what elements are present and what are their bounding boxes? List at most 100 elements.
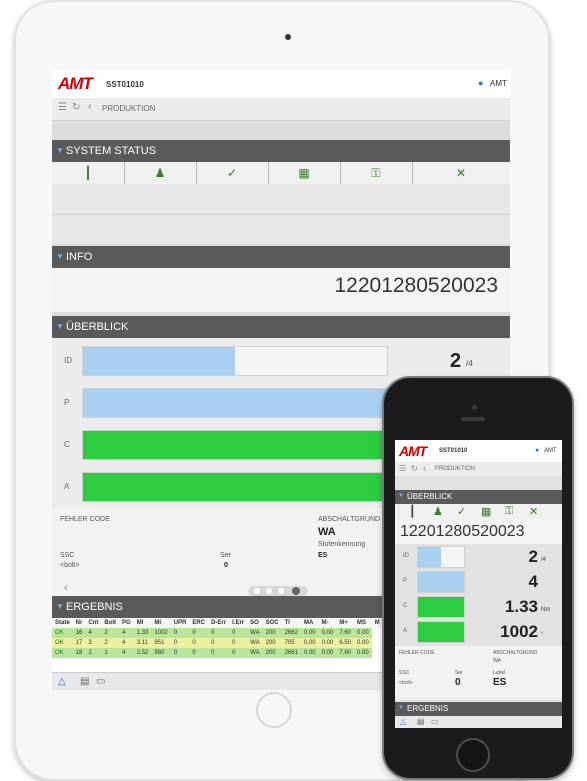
pager-dot[interactable] — [254, 588, 260, 594]
table-cell: 0.00 — [357, 650, 369, 656]
table-cell: 0 — [192, 630, 196, 636]
phone-user-name[interactable]: AMT — [544, 448, 557, 454]
tool-icon[interactable]: ✕ — [529, 505, 538, 518]
table-cell: OK — [55, 630, 64, 636]
phone-results-header[interactable]: ▼ ERGEBNIS — [395, 702, 562, 716]
key-icon[interactable]: ⚿ — [505, 505, 513, 518]
collapse-icon: ▼ — [56, 602, 64, 611]
print-icon[interactable]: ▤ — [417, 717, 425, 726]
phone-overview-row-unit: Nm — [541, 607, 551, 613]
pager[interactable] — [248, 586, 308, 596]
table-row[interactable]: OK 17 3 2 4 3.11 951 0 0 0 0 WA 200 705 0.00 0.00 6.50 0.… — [52, 638, 383, 648]
user-name[interactable]: AMT — [490, 79, 507, 88]
ser-label: Ser — [220, 552, 231, 559]
collapse-icon: ▼ — [398, 705, 404, 711]
table-cell: 3 — [88, 640, 92, 646]
phone-abschaltgrund-value: WA — [493, 658, 501, 664]
info-header[interactable]: ▼ INFO — [52, 246, 510, 268]
phone-menu-icon[interactable]: ☰ — [399, 464, 406, 473]
phone-home-button[interactable] — [456, 738, 490, 772]
key-icon[interactable]: ⚿ — [340, 162, 413, 184]
table-header-cell: I.Err — [229, 618, 248, 628]
monitor-icon[interactable]: ▭ — [431, 717, 439, 726]
overview-header[interactable]: ▼ ÜBERBLICK — [52, 316, 510, 338]
phone-speaker — [461, 417, 485, 421]
phone-overview-header[interactable]: ▼ ÜBERBLICK — [395, 490, 562, 504]
table-header-cell: State — [52, 618, 73, 628]
back-icon[interactable]: ‹ — [88, 101, 92, 113]
operator-icon[interactable]: ♟ — [433, 505, 443, 518]
info-content: 12201280520023 — [52, 268, 510, 312]
abschaltgrund-label: ABSCHALTGRUND — [318, 516, 381, 523]
tablet-home-button[interactable] — [256, 692, 292, 728]
network-icon[interactable]: ▦ — [481, 505, 491, 518]
phone-overview-row-label: P — [403, 578, 408, 584]
phone-details-panel: FEHLER CODE ABSCHALTGRUND WA SSC <bolt> … — [395, 646, 562, 700]
table-row[interactable]: OK 18 2 1 4 2.52 980 0 0 0 0 WA 200 2661 0.00 0.00 7.60 0… — [52, 648, 383, 658]
wrench-icon[interactable]: ┃ — [52, 162, 125, 184]
check-icon[interactable]: ✓ — [457, 505, 466, 518]
device-id: SST01010 — [106, 80, 144, 89]
prev-icon[interactable]: ‹ — [64, 580, 68, 594]
pager-dot-active[interactable] — [292, 587, 300, 595]
overview-bar-track — [82, 430, 388, 460]
table-cell: 4 — [122, 640, 126, 646]
table-cell: 2 — [104, 640, 108, 646]
pager-dot[interactable] — [278, 588, 284, 594]
stufenkennung-label: Stufenkennung — [318, 541, 366, 548]
table-cell: 0 — [232, 630, 236, 636]
phone-overview-bar-fill — [418, 572, 464, 592]
ssc-value: <bolt> — [60, 562, 80, 569]
phone-page-title: PRODUKTION — [435, 466, 476, 472]
home-icon[interactable]: △ — [58, 676, 66, 687]
table-header-cell: SO — [247, 618, 263, 628]
check-icon[interactable]: ✓ — [196, 162, 269, 184]
status-icon-row: ┃ ♟ ✓ ▦ ⚿ ✕ — [52, 162, 510, 184]
table-row[interactable]: OK 16 4 2 4 1.33 1002 0 0 0 0 WA 200 2662 0.00 0.00 7.60… — [52, 628, 383, 638]
phone-overview-row-value: 2 — [528, 547, 538, 566]
phone-refresh-icon[interactable]: ↻ — [411, 464, 418, 473]
phone-user-icon[interactable]: ● — [535, 447, 539, 454]
phone-overview-bar-track — [417, 621, 465, 643]
phone-ssc-value: <bolt> — [399, 680, 413, 686]
phone-device-id: SST01010 — [439, 448, 468, 454]
table-header-cell: PG — [119, 618, 134, 628]
table-cell: 0.00 — [357, 630, 369, 636]
phone-overview-row-unit: ° — [541, 632, 544, 638]
phone-overview-row-label: ID — [403, 553, 409, 559]
collapse-icon: ▼ — [56, 322, 64, 331]
phone-overview-bar-track — [417, 596, 465, 618]
table-cell: 0 — [211, 630, 215, 636]
wrench-icon[interactable]: ┃ — [409, 505, 416, 518]
overview-bar-track — [82, 346, 388, 376]
table-header-cell: TI — [281, 618, 301, 628]
print-icon[interactable]: ▤ — [80, 676, 89, 687]
table-cell: 4 — [88, 630, 92, 636]
phone-back-icon[interactable]: ‹ — [423, 463, 426, 473]
phone-status-icons: ┃ ♟ ✓ ▦ ⚿ ✕ — [395, 504, 562, 520]
info-value: 12201280520023 — [334, 274, 498, 297]
table-cell: 0 — [211, 640, 215, 646]
system-status-title: SYSTEM STATUS — [66, 145, 157, 157]
home-icon[interactable]: △ — [400, 717, 406, 726]
operator-icon[interactable]: ♟ — [124, 162, 197, 184]
monitor-icon[interactable]: ▭ — [96, 676, 105, 687]
user-icon[interactable]: ● — [478, 78, 483, 88]
overview-bar-fill — [83, 473, 387, 501]
table-cell: OK — [55, 650, 64, 656]
phone-nav-bar: ☰ ↻ ‹ PRODUKTION — [395, 462, 562, 476]
table-cell: 18 — [75, 650, 83, 656]
menu-icon[interactable]: ☰ — [58, 102, 67, 113]
table-cell: 4 — [122, 650, 126, 656]
refresh-icon[interactable]: ↻ — [72, 102, 80, 113]
tool-icon[interactable]: ✕ — [412, 162, 510, 184]
table-cell: 0 — [232, 640, 236, 646]
nav-bar: ☰ ↻ ‹ PRODUKTION — [52, 98, 510, 121]
pager-dot[interactable] — [266, 588, 272, 594]
table-header-cell: MI — [133, 618, 152, 628]
table-cell: 4 — [122, 630, 126, 636]
system-status-header[interactable]: ▼ SYSTEM STATUS — [52, 140, 510, 162]
network-icon[interactable]: ▦ — [268, 162, 341, 184]
phone-overview-title: ÜBERBLICK — [407, 492, 453, 501]
table-cell: WA — [250, 650, 260, 656]
